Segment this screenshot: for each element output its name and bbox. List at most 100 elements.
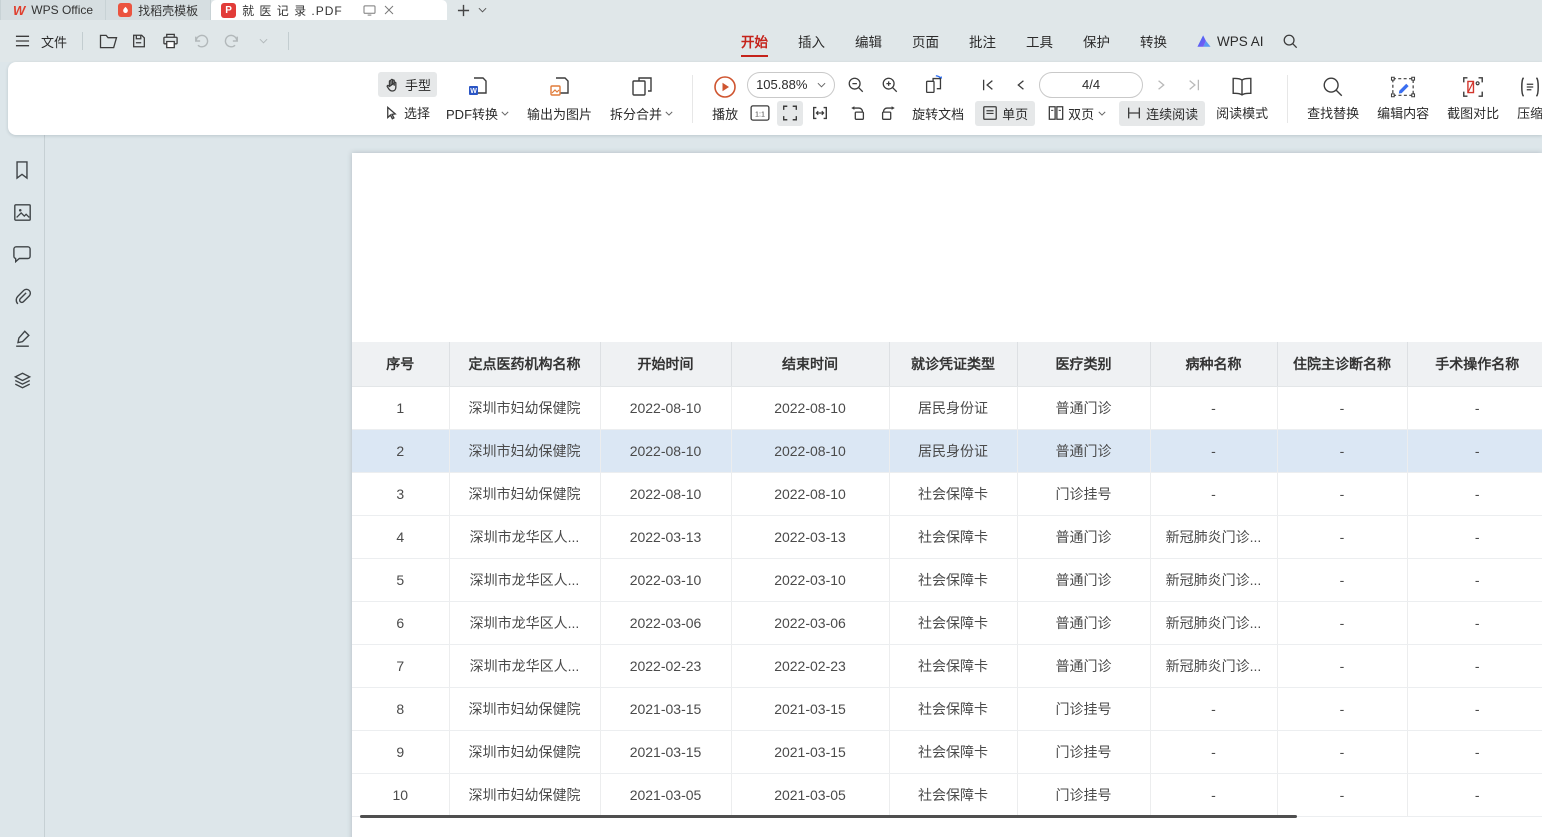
split-merge-label: 拆分合并: [610, 104, 662, 123]
continuous-read-button[interactable]: 连续阅读: [1119, 101, 1205, 126]
tab-docer-label: 找稻壳模板: [138, 2, 198, 19]
table-cell: 2022-03-06: [600, 601, 731, 644]
table-cell: 2022-03-06: [731, 601, 889, 644]
thumbnails-icon[interactable]: [11, 201, 33, 223]
zoom-in-button[interactable]: [877, 72, 903, 97]
table-cell: 2022-08-10: [600, 472, 731, 515]
signature-icon[interactable]: [11, 327, 33, 349]
table-cell: 社会保障卡: [889, 472, 1017, 515]
table-cell: 2021-03-05: [731, 773, 889, 816]
table-cell: 2022-02-23: [600, 644, 731, 687]
table-cell: -: [1407, 730, 1542, 773]
bookmarks-icon[interactable]: [11, 159, 33, 181]
last-page-button[interactable]: [1181, 72, 1207, 97]
tab-docer-templates[interactable]: 找稻壳模板: [106, 0, 211, 20]
next-page-button[interactable]: [1149, 72, 1175, 97]
split-merge-button[interactable]: 拆分合并: [601, 68, 682, 130]
ribbon-tab-convert[interactable]: 转换: [1125, 20, 1182, 62]
ribbon-tab-home[interactable]: 开始: [726, 20, 783, 62]
rotate-left-button[interactable]: [845, 101, 871, 126]
screenshot-compare-label: 截图对比: [1447, 103, 1499, 122]
table-cell: 普通门诊: [1017, 429, 1150, 472]
table-cell: -: [1277, 601, 1407, 644]
ribbon-tab-comment[interactable]: 批注: [954, 20, 1011, 62]
page-number-input[interactable]: 4/4: [1039, 72, 1143, 98]
actual-size-button[interactable]: 1:1: [747, 101, 773, 126]
table-cell: 社会保障卡: [889, 687, 1017, 730]
close-tab-icon[interactable]: [384, 5, 394, 15]
rotate-doc-icon[interactable]: [921, 72, 947, 97]
tab-wps-home[interactable]: W WPS Office: [0, 0, 106, 20]
rotate-doc-label[interactable]: 旋转文档: [905, 101, 971, 126]
hamburger-menu-icon[interactable]: [10, 29, 34, 53]
table-cell: -: [1277, 558, 1407, 601]
single-page-label: 单页: [1002, 104, 1028, 123]
attachments-icon[interactable]: [11, 285, 33, 307]
double-page-button[interactable]: 双页: [1041, 101, 1113, 126]
tab-list-chevron-icon[interactable]: [478, 7, 487, 13]
comments-icon[interactable]: [11, 243, 33, 265]
screenshot-compare-button[interactable]: 截图对比: [1438, 68, 1508, 130]
table-cell: 2022-03-10: [600, 558, 731, 601]
ribbon-tab-edit[interactable]: 编辑: [840, 20, 897, 62]
pdf-page: 序号 定点医药机构名称 开始时间 结束时间 就诊凭证类型 医疗类别 病种名称 住…: [352, 153, 1542, 837]
export-image-button[interactable]: 输出为图片: [518, 68, 601, 130]
cursor-icon: [384, 105, 399, 121]
export-image-icon: [547, 74, 573, 100]
table-horizontal-scrollbar[interactable]: [360, 815, 1297, 818]
quick-access-chevron-icon[interactable]: [251, 29, 275, 53]
pdf-convert-button[interactable]: W PDF转换: [437, 68, 518, 130]
table-cell: 深圳市妇幼保健院: [449, 730, 600, 773]
save-icon[interactable]: [127, 29, 151, 53]
table-cell: 深圳市妇幼保健院: [449, 773, 600, 816]
layers-icon[interactable]: [11, 369, 33, 391]
chevron-down-icon: [1098, 111, 1106, 116]
table-cell: 2021-03-15: [731, 687, 889, 730]
find-replace-button[interactable]: 查找替换: [1298, 68, 1368, 130]
open-file-icon[interactable]: [96, 29, 120, 53]
ribbon-tab-insert[interactable]: 插入: [783, 20, 840, 62]
table-cell: 2021-03-15: [600, 730, 731, 773]
table-cell: 2022-02-23: [731, 644, 889, 687]
ribbon-tab-tools[interactable]: 工具: [1011, 20, 1068, 62]
ribbon-tab-protect[interactable]: 保护: [1068, 20, 1125, 62]
window-tab-bar: W WPS Office 找稻壳模板 P 就 医 记 录 .PDF: [0, 0, 1542, 20]
rotate-right-button[interactable]: [875, 101, 901, 126]
ribbon-tab-page[interactable]: 页面: [897, 20, 954, 62]
hand-tool-button[interactable]: 手型: [378, 72, 437, 97]
document-viewer[interactable]: 序号 定点医药机构名称 开始时间 结束时间 就诊凭证类型 医疗类别 病种名称 住…: [45, 135, 1542, 837]
float-window-icon[interactable]: [363, 5, 376, 16]
read-mode-button[interactable]: 阅读模式: [1207, 68, 1277, 130]
first-page-button[interactable]: [975, 72, 1001, 97]
edit-content-label: 编辑内容: [1377, 103, 1429, 122]
new-tab-button[interactable]: [457, 4, 470, 17]
wps-ai-label: WPS AI: [1217, 34, 1264, 49]
prev-page-button[interactable]: [1007, 72, 1033, 97]
table-cell: -: [1407, 773, 1542, 816]
undo-icon[interactable]: [189, 29, 213, 53]
print-icon[interactable]: [158, 29, 182, 53]
zoom-out-button[interactable]: [843, 72, 869, 97]
chevron-down-icon: [501, 111, 509, 116]
wps-ai-button[interactable]: WPS AI: [1196, 34, 1264, 49]
menu-search-icon[interactable]: [1282, 33, 1298, 49]
table-cell: 3: [352, 472, 449, 515]
single-page-button[interactable]: 单页: [975, 101, 1035, 126]
tab-wps-home-label: WPS Office: [31, 3, 93, 17]
table-cell: 2: [352, 429, 449, 472]
table-cell: 2021-03-15: [731, 730, 889, 773]
play-button[interactable]: 播放: [703, 68, 747, 130]
table-cell: -: [1407, 472, 1542, 515]
fit-page-button[interactable]: [777, 101, 803, 126]
table-cell: 新冠肺炎门诊...: [1150, 644, 1277, 687]
redo-icon[interactable]: [220, 29, 244, 53]
table-cell: 新冠肺炎门诊...: [1150, 558, 1277, 601]
file-menu[interactable]: 文件: [41, 32, 67, 51]
compress-button[interactable]: 压缩: [1508, 68, 1542, 130]
tab-document[interactable]: P 就 医 记 录 .PDF: [211, 0, 447, 20]
zoom-level-dropdown[interactable]: 105.88%: [747, 72, 835, 98]
select-tool-button[interactable]: 选择: [378, 100, 437, 125]
fit-width-button[interactable]: [807, 101, 833, 126]
continuous-read-label: 连续阅读: [1146, 104, 1198, 123]
edit-content-button[interactable]: 编辑内容: [1368, 68, 1438, 130]
